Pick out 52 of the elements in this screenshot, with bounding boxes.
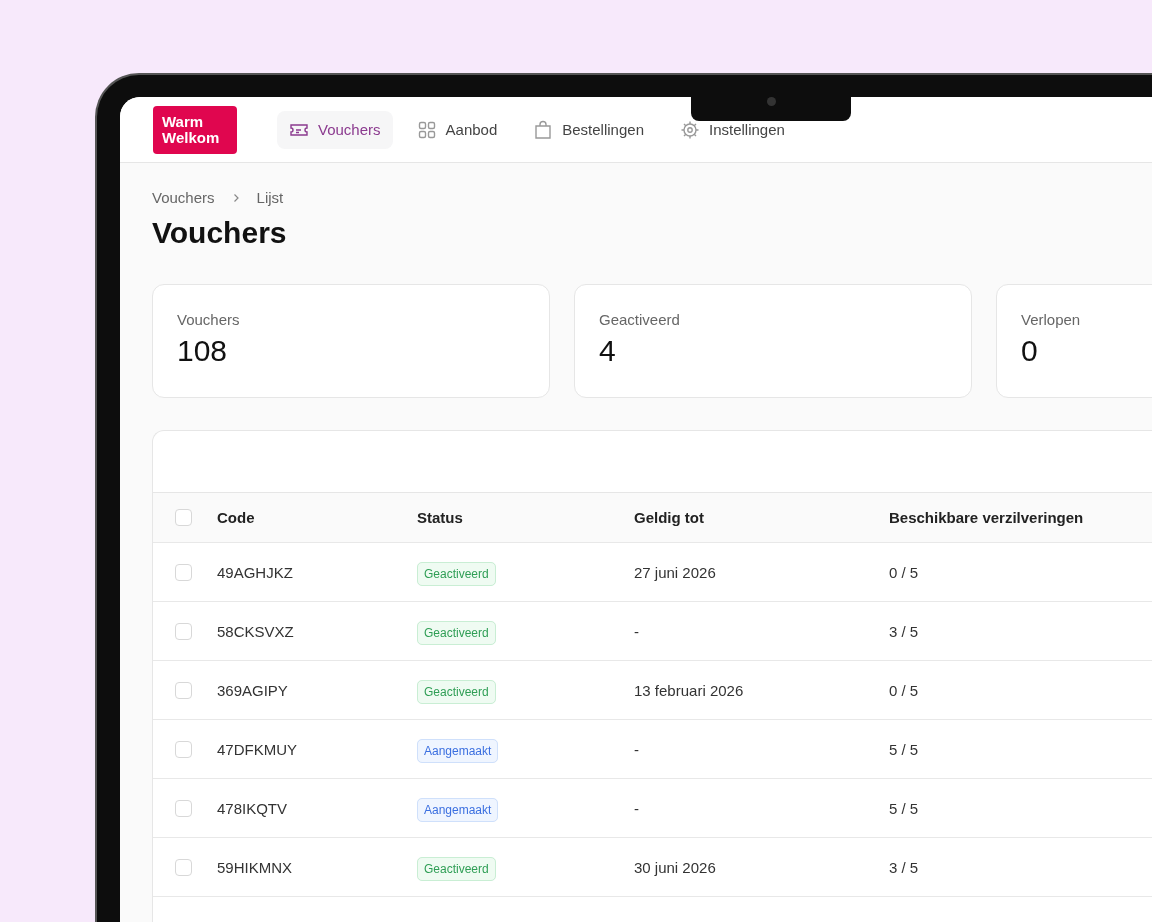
row-checkbox[interactable] [175,563,192,581]
table-cell-text: 3 / 5 [889,622,920,640]
column-header: Geldig tot [634,509,705,526]
table-cell-text: - [634,740,640,758]
page-title: Vouchers [152,216,288,250]
settings-icon [680,119,700,140]
table-cell-text: 0 / 5 [889,563,920,581]
column-header: Beschikbare verzilveringen [889,509,1085,526]
table-cell-text: 3 / 5 [889,858,920,876]
column-header: Status [417,509,464,526]
status-badge: Aangemaakt [417,738,499,763]
table-cell-text: 478IKQTV [217,799,289,817]
nav-tab[interactable]: Instellingen [668,119,797,140]
column-header: Code [217,509,256,526]
grid-icon [416,119,437,140]
table-cell-text: - [634,799,640,817]
table-cell-text: 59HIKMNX [217,858,294,876]
breadcrumb-link[interactable]: Lijst [256,189,284,206]
status-badge: Aangemaakt [417,797,499,822]
table-cell-text: 5 / 5 [889,799,920,817]
stat-label: Verlopen [1021,311,1082,328]
stat-label: Vouchers [177,311,241,328]
row-checkbox[interactable] [175,681,192,699]
nav-tab[interactable]: Aanbod [404,119,510,140]
table-cell-text: 27 juni 2026 [634,563,717,581]
nav-tab[interactable]: Bestellingen [521,119,656,140]
stat-label: Geactiveerd [599,311,681,328]
table-cell-text: 13 februari 2026 [634,681,745,699]
table-cell-text: 47DFKMUY [217,740,299,758]
shopping-bag-icon [533,119,554,140]
status-badge: Geactiveerd [417,561,496,586]
status-badge: Geactiveerd [417,679,496,704]
nav-tab[interactable]: Vouchers [277,110,393,149]
select-all-checkbox[interactable] [175,509,192,526]
row-checkbox[interactable] [175,622,192,640]
row-checkbox[interactable] [175,740,192,758]
row-checkbox[interactable] [175,799,192,817]
table-cell-text: 0 / 5 [889,681,920,699]
stat-value: 4 [599,334,617,368]
status-badge: Geactiveerd [417,856,496,881]
breadcrumb-link[interactable]: Vouchers [152,189,215,206]
stat-value: 108 [177,334,229,368]
row-checkbox[interactable] [175,858,192,876]
stat-value: 0 [1021,334,1039,368]
table-cell-text: 5 / 5 [889,740,920,758]
status-badge: Geactiveerd [417,620,496,645]
table-cell-text: 58CKSVXZ [217,622,295,640]
table-cell-text: 30 juni 2026 [634,858,717,876]
table-cell-text: - [634,622,640,640]
table-cell-text: 49AGHJKZ [217,563,294,581]
logo[interactable]: Warm Welkom [153,105,237,154]
table-cell-text: 369AGIPY [217,681,289,699]
